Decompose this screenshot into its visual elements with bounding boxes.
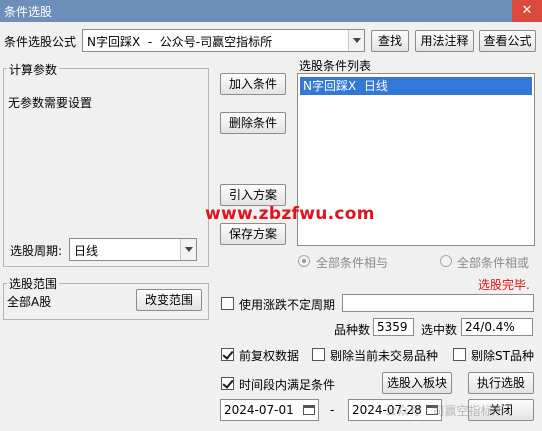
change-range-button[interactable]: 改变范围 — [136, 289, 202, 311]
footer-watermark: 公众号 · 司赢空指标所 — [385, 404, 505, 418]
formula-value: N字回踩X - 公众号-司赢空指标所 — [87, 35, 273, 49]
or-radio[interactable] — [440, 255, 452, 267]
import-plan-button[interactable]: 引入方案 — [220, 184, 286, 206]
delete-condition-button[interactable]: 删除条件 — [220, 112, 286, 134]
close-icon[interactable]: ✕ — [512, 0, 542, 22]
formula-select[interactable]: N字回踩X - 公众号-司赢空指标所 — [82, 29, 365, 52]
count-label: 品种数 — [334, 323, 371, 337]
condition-list-label: 选股条件列表 — [299, 59, 372, 73]
status-text: 选股完毕. — [478, 278, 530, 292]
exclude-untraded-checkbox[interactable] — [312, 348, 325, 361]
start-date-input[interactable]: 2024-07-01 — [220, 399, 319, 421]
and-radio[interactable] — [298, 255, 310, 267]
window-title: 条件选股 — [4, 5, 53, 19]
period-select[interactable]: 日线 — [69, 238, 197, 261]
adjusted-checkbox[interactable] — [221, 348, 234, 361]
save-plan-button[interactable]: 保存方案 — [220, 223, 286, 245]
adjusted-label: 前复权数据 — [239, 349, 300, 363]
usage-button[interactable]: 用法注释 — [415, 30, 474, 52]
time-range-label: 时间段内满足条件 — [239, 378, 336, 392]
limit-period-label: 使用涨跌不定周期 — [239, 298, 336, 312]
exclude-st-checkbox[interactable] — [453, 348, 466, 361]
formula-label: 条件选股公式 — [4, 35, 77, 49]
find-button[interactable]: 查找 — [371, 30, 409, 52]
add-to-block-button[interactable]: 选股入板块 — [382, 372, 452, 394]
exclude-untraded-label: 剔除当前未交易品种 — [330, 349, 439, 363]
execute-button[interactable]: 执行选股 — [468, 372, 534, 394]
params-text: 无参数需要设置 — [8, 96, 93, 110]
and-label: 全部条件相与 — [316, 256, 389, 270]
period-label: 选股周期: — [10, 244, 63, 258]
exclude-st-label: 剔除ST品种 — [471, 349, 534, 363]
time-range-checkbox[interactable] — [221, 377, 234, 390]
calendar-icon[interactable] — [303, 405, 315, 415]
selected-label: 选中数 — [421, 323, 458, 337]
selected-value: 24/0.4% — [461, 318, 533, 336]
or-label: 全部条件相或 — [457, 256, 530, 270]
view-formula-button[interactable]: 查看公式 — [479, 30, 536, 52]
title-bar: 条件选股 ✕ — [0, 0, 542, 22]
start-date-value: 2024-07-01 — [224, 403, 294, 417]
params-legend: 计算参数 — [7, 61, 60, 78]
list-item[interactable]: N字回踩X 日线 — [300, 77, 532, 95]
count-value: 5359 — [373, 318, 414, 336]
range-legend: 选股范围 — [7, 275, 60, 292]
add-condition-button[interactable]: 加入条件 — [220, 73, 286, 95]
watermark-text: www.zbzfwu.com — [205, 204, 375, 224]
date-separator: - — [330, 403, 335, 417]
limit-period-checkbox[interactable] — [221, 297, 234, 310]
chevron-down-icon[interactable] — [180, 239, 196, 260]
chevron-down-icon[interactable] — [348, 30, 364, 51]
period-value: 日线 — [74, 244, 99, 258]
range-value: 全部A股 — [7, 295, 52, 309]
limit-period-input[interactable] — [342, 294, 534, 312]
